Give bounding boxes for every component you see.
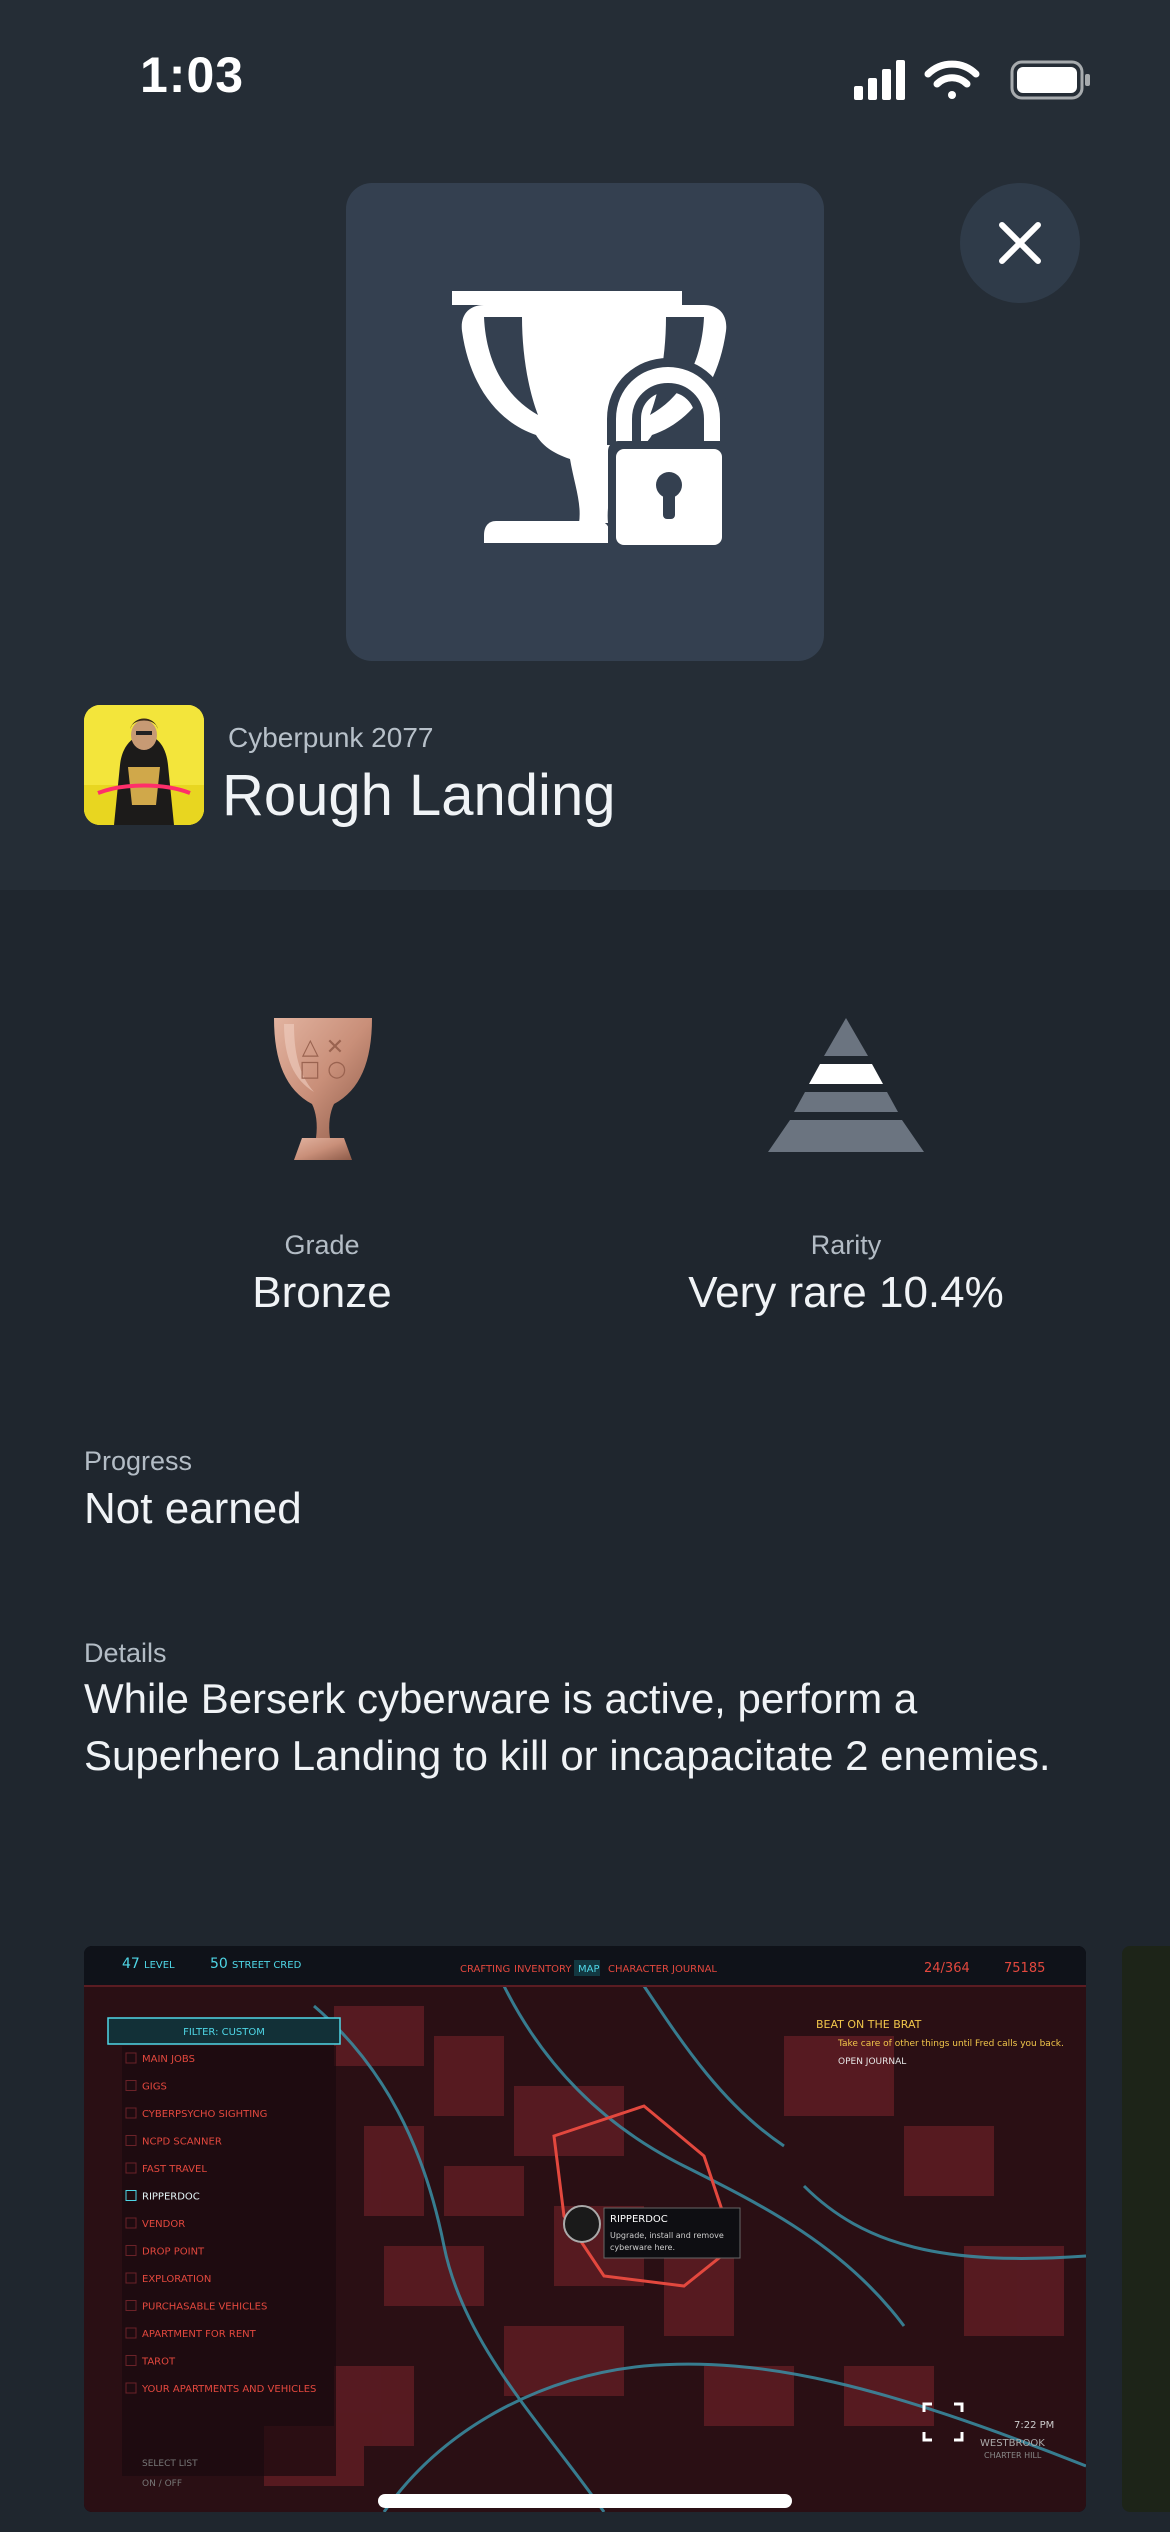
quest-title: BEAT ON THE BRAT xyxy=(816,2018,922,2031)
tooltip-title: RIPPERDOC xyxy=(610,2214,668,2225)
filter-item: GIGS xyxy=(142,2082,167,2093)
battery-icon xyxy=(1010,60,1090,100)
cellular-signal-icon xyxy=(854,60,905,100)
status-time: 1:03 xyxy=(140,47,245,103)
filter-item: EXPLORATION xyxy=(142,2274,211,2285)
svg-text:□ ○: □ ○ xyxy=(300,1057,347,1082)
details-text: While Berserk cyberware is active, perfo… xyxy=(84,1675,1051,1779)
tooltip-line2: cyberware here. xyxy=(610,2243,675,2252)
progress-label: Progress xyxy=(84,1446,193,1476)
locked-trophy-image xyxy=(346,183,824,661)
filter-item: VENDOR xyxy=(142,2219,185,2230)
rarity-value: Very rare 10.4% xyxy=(688,1268,1004,1317)
tab-inventory: INVENTORY xyxy=(514,1964,572,1975)
tab-character: CHARACTER xyxy=(608,1964,669,1975)
locked-trophy-icon xyxy=(452,291,730,553)
filter-item: RIPPERDOC xyxy=(142,2192,200,2203)
close-icon xyxy=(999,222,1041,264)
details-label: Details xyxy=(84,1638,167,1668)
tab-crafting: CRAFTING xyxy=(460,1964,510,1975)
filter-item: TAROT xyxy=(141,2357,176,2368)
bronze-trophy-icon: △ ✕ □ ○ xyxy=(274,1018,372,1160)
money-value: 75185 xyxy=(1004,1961,1045,1976)
rarity-pyramid-icon xyxy=(768,1018,924,1152)
filter-item: PURCHASABLE VEHICLES xyxy=(142,2302,267,2313)
subdistrict: CHARTER HILL xyxy=(984,2451,1042,2460)
quest-text: Take care of other things until Fred cal… xyxy=(837,2039,1064,2049)
filter-item: APARTMENT FOR RENT xyxy=(142,2329,257,2340)
game-title: Cyberpunk 2077 xyxy=(228,722,434,753)
tab-map: MAP xyxy=(578,1964,600,1975)
filter-item: DROP POINT xyxy=(142,2247,205,2258)
trophy-name: Rough Landing xyxy=(222,763,616,828)
grade-label: Grade xyxy=(284,1230,360,1260)
tab-journal: JOURNAL xyxy=(671,1964,717,1975)
level-value: 47 xyxy=(122,1956,140,1972)
open-journal: OPEN JOURNAL xyxy=(838,2057,906,2067)
street-cred-value: 50 xyxy=(210,1956,228,1972)
district: WESTBROOK xyxy=(980,2438,1045,2449)
wifi-icon xyxy=(924,60,980,99)
health-value: 24/364 xyxy=(924,1961,970,1976)
status-icons xyxy=(854,60,1090,100)
filter-item: CYBERPSYCHO SIGHTING xyxy=(142,2109,267,2120)
next-screenshot[interactable] xyxy=(1122,1946,1170,2512)
close-button[interactable] xyxy=(960,183,1080,303)
home-indicator[interactable] xyxy=(378,2494,792,2508)
rarity-label: Rarity xyxy=(810,1230,882,1260)
filter-item: MAIN JOBS xyxy=(142,2054,195,2065)
level-label: LEVEL xyxy=(144,1960,175,1971)
status-bar: 1:03 xyxy=(0,0,1170,150)
filter-item: FAST TRAVEL xyxy=(142,2164,207,2175)
game-icon[interactable] xyxy=(84,705,204,825)
grade-value: Bronze xyxy=(252,1268,392,1317)
select-list: SELECT LIST xyxy=(142,2459,198,2469)
filter-item: YOUR APARTMENTS AND VEHICLES xyxy=(141,2384,316,2395)
tooltip-line1: Upgrade, install and remove xyxy=(610,2231,724,2240)
filter-label: FILTER: CUSTOM xyxy=(183,2027,265,2038)
street-cred-label: STREET CRED xyxy=(232,1960,302,1971)
trophy-screenshot[interactable]: 47 LEVEL 50 STREET CRED CRAFTING INVENTO… xyxy=(84,1946,1086,2512)
progress-value: Not earned xyxy=(84,1484,302,1533)
game-time: 7:22 PM xyxy=(1014,2420,1054,2431)
on-off: ON / OFF xyxy=(142,2479,182,2489)
filter-item: NCPD SCANNER xyxy=(142,2137,222,2148)
